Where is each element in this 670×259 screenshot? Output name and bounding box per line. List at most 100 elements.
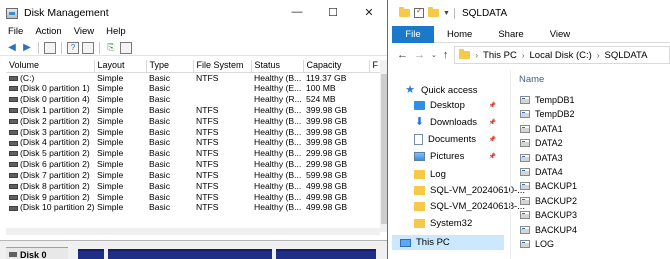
- volume-row[interactable]: (Disk 5 partition 2) Simple Basic NTFS Healt…: [6, 148, 380, 159]
- cell-volume: (Disk 9 partition 2): [6, 191, 94, 202]
- cell-capacity: 499.98 GB: [306, 180, 348, 191]
- file-item[interactable]: BACKUP2: [520, 194, 577, 208]
- volume-row[interactable]: (Disk 7 partition 2) Simple Basic NTFS Healt…: [6, 170, 380, 181]
- tab-file[interactable]: File: [392, 26, 434, 43]
- disk-label-text: Disk 0: [20, 250, 47, 259]
- breadcrumb-this-pc[interactable]: This PC: [483, 50, 517, 61]
- nav-item[interactable]: Log: [392, 167, 504, 182]
- nav-item[interactable]: SQL-VM_20240610-...: [392, 183, 525, 198]
- menu-file[interactable]: File: [8, 25, 23, 39]
- cell-free-space: [369, 94, 380, 105]
- recent-locations-icon[interactable]: ⌄: [431, 51, 437, 59]
- column-name-header[interactable]: Name: [519, 74, 544, 85]
- show-hide-tree-icon[interactable]: [44, 41, 56, 54]
- volume-row[interactable]: (Disk 0 partition 1) Simple Basic Healthy (…: [6, 83, 380, 94]
- volume-row[interactable]: (Disk 8 partition 2) Simple Basic NTFS Healt…: [6, 181, 380, 192]
- volume-row[interactable]: (Disk 10 partition 2) Simple Basic NTFS Heal…: [6, 202, 380, 213]
- volume-row[interactable]: (Disk 1 partition 2) Simple Basic NTFS Healt…: [6, 105, 380, 116]
- console-view-icon[interactable]: [120, 41, 132, 54]
- breadcrumb-separator-icon[interactable]: ›: [475, 51, 478, 60]
- address-bar[interactable]: › This PC › Local Disk (C:) › SQLDATA: [454, 46, 670, 64]
- menu-action[interactable]: Action: [35, 25, 61, 39]
- volume-row[interactable]: (Disk 0 partition 4) Simple Basic Healthy (…: [6, 94, 380, 105]
- file-item[interactable]: TempDB1: [520, 93, 575, 107]
- column-volume[interactable]: Volume: [6, 60, 95, 73]
- column-file-system[interactable]: File System: [193, 60, 252, 73]
- cell-volume: (Disk 0 partition 4): [6, 94, 94, 105]
- cell-fs: NTFS: [196, 115, 219, 126]
- disk-0-label[interactable]: Disk 0: [6, 247, 68, 259]
- forward-icon[interactable]: →: [414, 49, 425, 61]
- up-icon[interactable]: ↑: [443, 49, 449, 61]
- partition-block[interactable]: [78, 249, 104, 259]
- file-icon: [520, 168, 530, 176]
- file-name: BACKUP2: [535, 195, 578, 206]
- column-layout[interactable]: Layout: [94, 60, 147, 73]
- scrollbar-thumb[interactable]: [381, 74, 387, 224]
- connect-icon[interactable]: ⎘: [105, 42, 117, 54]
- maximize-button[interactable]: ☐: [315, 0, 351, 24]
- volume-row[interactable]: (Disk 4 partition 2) Simple Basic NTFS Healt…: [6, 137, 380, 148]
- volume-row[interactable]: (Disk 9 partition 2) Simple Basic NTFS Healt…: [6, 191, 380, 202]
- quick-access-dropdown-icon[interactable]: ▼: [443, 10, 450, 17]
- properties-icon[interactable]: [82, 41, 94, 54]
- menu-help[interactable]: Help: [106, 25, 126, 39]
- horizontal-scrollbar[interactable]: [6, 228, 380, 235]
- back-icon[interactable]: ←: [397, 49, 408, 61]
- partition-block[interactable]: [108, 249, 272, 259]
- breadcrumb-local-disk[interactable]: Local Disk (C:): [530, 50, 592, 61]
- menu-view[interactable]: View: [74, 25, 94, 39]
- file-item[interactable]: DATA2: [520, 136, 563, 150]
- breadcrumb-separator-icon[interactable]: ›: [597, 51, 600, 60]
- volume-row[interactable]: (Disk 3 partition 2) Simple Basic NTFS Healt…: [6, 126, 380, 137]
- file-item[interactable]: BACKUP3: [520, 208, 577, 222]
- volume-row[interactable]: (Disk 6 partition 2) Simple Basic NTFS Healt…: [6, 159, 380, 170]
- volume-icon: [9, 173, 18, 179]
- column-status[interactable]: Status: [251, 60, 304, 73]
- nav-item[interactable]: Pictures 📌: [392, 149, 504, 164]
- nav-item[interactable]: ⬇ Downloads 📌: [392, 115, 504, 130]
- file-item[interactable]: BACKUP4: [520, 223, 577, 237]
- nav-item[interactable]: ★ Quick access: [392, 83, 504, 98]
- nav-item[interactable]: Documents 📌: [392, 132, 504, 147]
- nav-item[interactable]: SQL-VM_20240618-...: [392, 199, 525, 214]
- tab-share[interactable]: Share: [485, 26, 536, 42]
- column-free-space[interactable]: F: [369, 60, 381, 73]
- file-item[interactable]: DATA1: [520, 122, 563, 136]
- breadcrumb-sqldata[interactable]: SQLDATA: [604, 50, 647, 61]
- breadcrumb-separator-icon[interactable]: ›: [522, 51, 525, 60]
- disk-graphical-view: Disk 0: [0, 240, 387, 259]
- cell-fs: NTFS: [196, 191, 219, 202]
- nav-item[interactable]: Desktop 📌: [392, 98, 504, 113]
- file-item[interactable]: DATA4: [520, 165, 563, 179]
- partition-block[interactable]: [276, 249, 376, 259]
- nav-item[interactable]: This PC: [392, 235, 504, 250]
- pin-icon[interactable]: 📌: [489, 153, 496, 160]
- volume-row[interactable]: (C:) Simple Basic NTFS Healthy (B... 119.37 G…: [6, 72, 380, 83]
- column-capacity[interactable]: Capacity: [303, 60, 370, 73]
- volume-row[interactable]: (Disk 2 partition 2) Simple Basic NTFS Healt…: [6, 115, 380, 126]
- vertical-scrollbar[interactable]: [380, 60, 387, 232]
- cell-status: Healthy (B...: [254, 202, 302, 213]
- file-item[interactable]: TempDB2: [520, 107, 575, 121]
- nav-item-label: Desktop: [430, 100, 465, 111]
- nav-item[interactable]: System32: [392, 216, 504, 231]
- pin-icon[interactable]: 📌: [489, 119, 496, 126]
- file-item[interactable]: DATA3: [520, 151, 563, 165]
- help-icon[interactable]: ?: [67, 41, 79, 54]
- cell-status: Healthy (B...: [254, 137, 302, 148]
- properties-check-icon[interactable]: [414, 6, 424, 18]
- new-folder-icon[interactable]: [428, 7, 439, 17]
- cell-status: Healthy (R...: [254, 93, 302, 104]
- file-item[interactable]: LOG: [520, 237, 554, 251]
- pin-icon[interactable]: 📌: [489, 102, 496, 109]
- column-type[interactable]: Type: [146, 60, 194, 73]
- file-item[interactable]: BACKUP1: [520, 179, 577, 193]
- tab-home[interactable]: Home: [434, 26, 485, 42]
- back-arrow-icon[interactable]: ◀: [6, 42, 18, 54]
- forward-arrow-icon[interactable]: ▶: [21, 42, 33, 54]
- minimize-button[interactable]: —: [279, 0, 315, 24]
- pin-icon[interactable]: 📌: [489, 136, 496, 143]
- close-button[interactable]: ✕: [351, 0, 387, 24]
- tab-view[interactable]: View: [537, 26, 583, 42]
